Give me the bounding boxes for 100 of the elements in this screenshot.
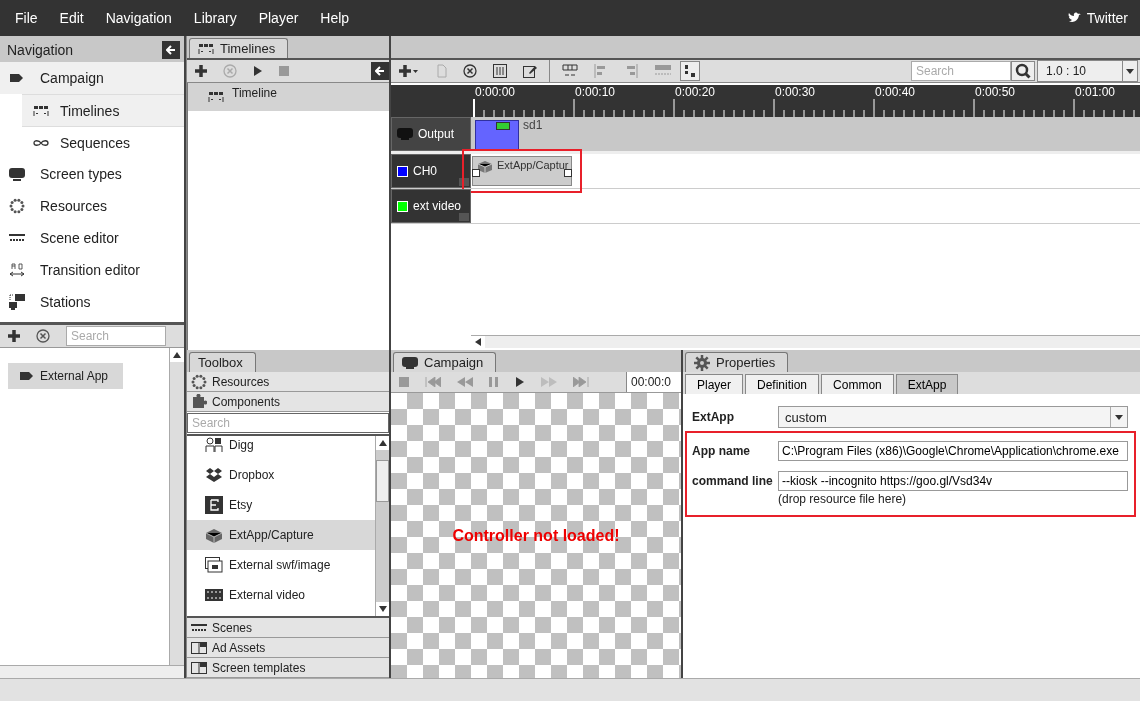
ruler-icon <box>9 234 25 242</box>
monitor-icon <box>402 356 418 369</box>
monitor-icon <box>9 167 25 181</box>
distribute-icon <box>654 64 672 78</box>
zoom-select[interactable]: 1.0 : 10 <box>1037 60 1138 82</box>
collapse-button[interactable] <box>162 41 180 59</box>
skip-start-icon <box>425 377 441 387</box>
menu-item[interactable]: Player <box>247 10 310 26</box>
time-label: 0:00:50 <box>975 85 1017 99</box>
resize-handle[interactable] <box>459 213 469 221</box>
arrow-left-icon <box>166 45 176 55</box>
section-header[interactable]: Ad Assets <box>187 638 389 658</box>
twitter-link[interactable]: Twitter <box>1067 10 1140 26</box>
nav-item[interactable]: Campaign <box>0 62 184 94</box>
remove-icon <box>223 64 237 78</box>
play-icon <box>515 377 525 387</box>
timeline-icon <box>198 43 214 54</box>
field-label: command line <box>691 474 774 488</box>
panel-tab[interactable]: Properties <box>685 352 789 372</box>
layout-icon <box>191 661 207 674</box>
align-right-icon <box>624 64 638 78</box>
time-label: 0:00:20 <box>675 85 717 99</box>
time-label: 0:00:30 <box>775 85 817 99</box>
menu-item[interactable]: Navigation <box>94 10 183 26</box>
time-label: 0:00:40 <box>875 85 917 99</box>
nav-item[interactable]: Transition editor <box>0 254 184 286</box>
bird-icon <box>1067 12 1082 24</box>
time-label: 0:00:10 <box>575 85 617 99</box>
app-select[interactable]: custom <box>778 406 1128 428</box>
scrollbar[interactable] <box>471 335 1140 348</box>
align-left-icon <box>594 64 608 78</box>
play-icon <box>253 66 263 76</box>
scrollbar[interactable] <box>0 665 184 678</box>
timeline-clip[interactable]: ExtApp/Captur <box>472 156 572 186</box>
time-field[interactable]: 00:00:0 <box>626 372 681 392</box>
component-item[interactable]: Dropbox <box>187 460 375 490</box>
search-button[interactable] <box>1011 61 1035 81</box>
nav-item[interactable]: Scene editor <box>0 222 184 254</box>
input-field[interactable]: --kiosk --incognito https://goo.gl/Vsd34v <box>778 471 1128 491</box>
nav-item[interactable]: Sequences <box>22 127 184 158</box>
arrows-icon <box>9 263 25 277</box>
collapse-button[interactable] <box>371 62 389 80</box>
plus-icon <box>195 65 207 77</box>
scroll-down-icon <box>378 606 387 612</box>
nav-item[interactable]: Timelines <box>22 94 184 127</box>
network-icon <box>9 294 25 310</box>
nav-item[interactable]: Resources <box>0 190 184 222</box>
section-header[interactable]: Resources <box>187 372 389 392</box>
component-item[interactable]: External video <box>187 580 375 610</box>
scrollbar[interactable] <box>375 436 389 616</box>
panel-tab[interactable]: Campaign <box>393 352 497 372</box>
track-header[interactable]: ext video <box>391 189 471 223</box>
nav-item[interactable]: Screen types <box>0 158 184 190</box>
field-label: App name <box>691 444 751 458</box>
remove-icon <box>463 64 477 78</box>
field-label: ExtApp <box>691 410 735 424</box>
component-item[interactable]: External swf/image <box>187 550 375 580</box>
track-name: CH0 <box>413 164 437 178</box>
spinner-icon <box>9 198 25 214</box>
menu-item[interactable]: File <box>4 10 49 26</box>
panel-tab[interactable]: Timelines <box>189 38 289 58</box>
menu-item[interactable]: Help <box>309 10 361 26</box>
section-header[interactable]: Scenes <box>187 618 389 638</box>
search-field[interactable]: Search <box>187 413 389 433</box>
tab[interactable]: ExtApp <box>895 374 959 394</box>
tag-icon <box>10 73 24 83</box>
component-item[interactable]: ExtApp/Capture <box>187 520 375 550</box>
menu-item[interactable]: Library <box>182 10 248 26</box>
section-header[interactable]: Components <box>187 392 389 412</box>
track-header[interactable]: CH0 <box>391 154 471 188</box>
sliders-icon <box>493 64 507 78</box>
panel-tab[interactable]: Toolbox <box>189 352 256 372</box>
input-field[interactable]: C:\Program Files (x86)\Google\Chrome\Application\chrome.exe <box>778 441 1128 461</box>
puzzle-icon <box>191 393 207 410</box>
nav-item[interactable]: Stations <box>0 286 184 318</box>
people-icon <box>205 437 223 453</box>
component-item[interactable]: Digg <box>187 430 375 460</box>
search-field[interactable]: Search <box>911 61 1011 81</box>
search-field[interactable]: Search <box>66 326 166 346</box>
cube-icon <box>205 527 223 543</box>
scrollbar[interactable] <box>169 348 184 665</box>
resource-item[interactable]: External App <box>8 363 124 389</box>
tab[interactable]: Player <box>685 374 743 394</box>
tab[interactable]: Definition <box>745 374 820 394</box>
resize-handle[interactable] <box>459 178 469 186</box>
hint-text: (drop resource file here) <box>777 492 908 506</box>
timeline-icon <box>208 92 224 102</box>
screen-block[interactable] <box>475 120 519 150</box>
timeline-item[interactable]: Timeline <box>188 83 389 111</box>
snap-toggle[interactable] <box>680 61 700 81</box>
component-item[interactable]: Etsy <box>187 490 375 520</box>
track-header[interactable]: Output <box>391 117 471 151</box>
ruler-icon <box>191 623 207 632</box>
document-icon <box>435 64 447 78</box>
menu-item[interactable]: Edit <box>48 10 95 26</box>
tab[interactable]: Common <box>821 374 894 394</box>
timeline-icon <box>33 105 49 116</box>
section-header[interactable]: Screen templates <box>187 658 389 678</box>
scroll-thumb[interactable] <box>376 460 389 502</box>
skip-end-icon <box>573 377 589 387</box>
